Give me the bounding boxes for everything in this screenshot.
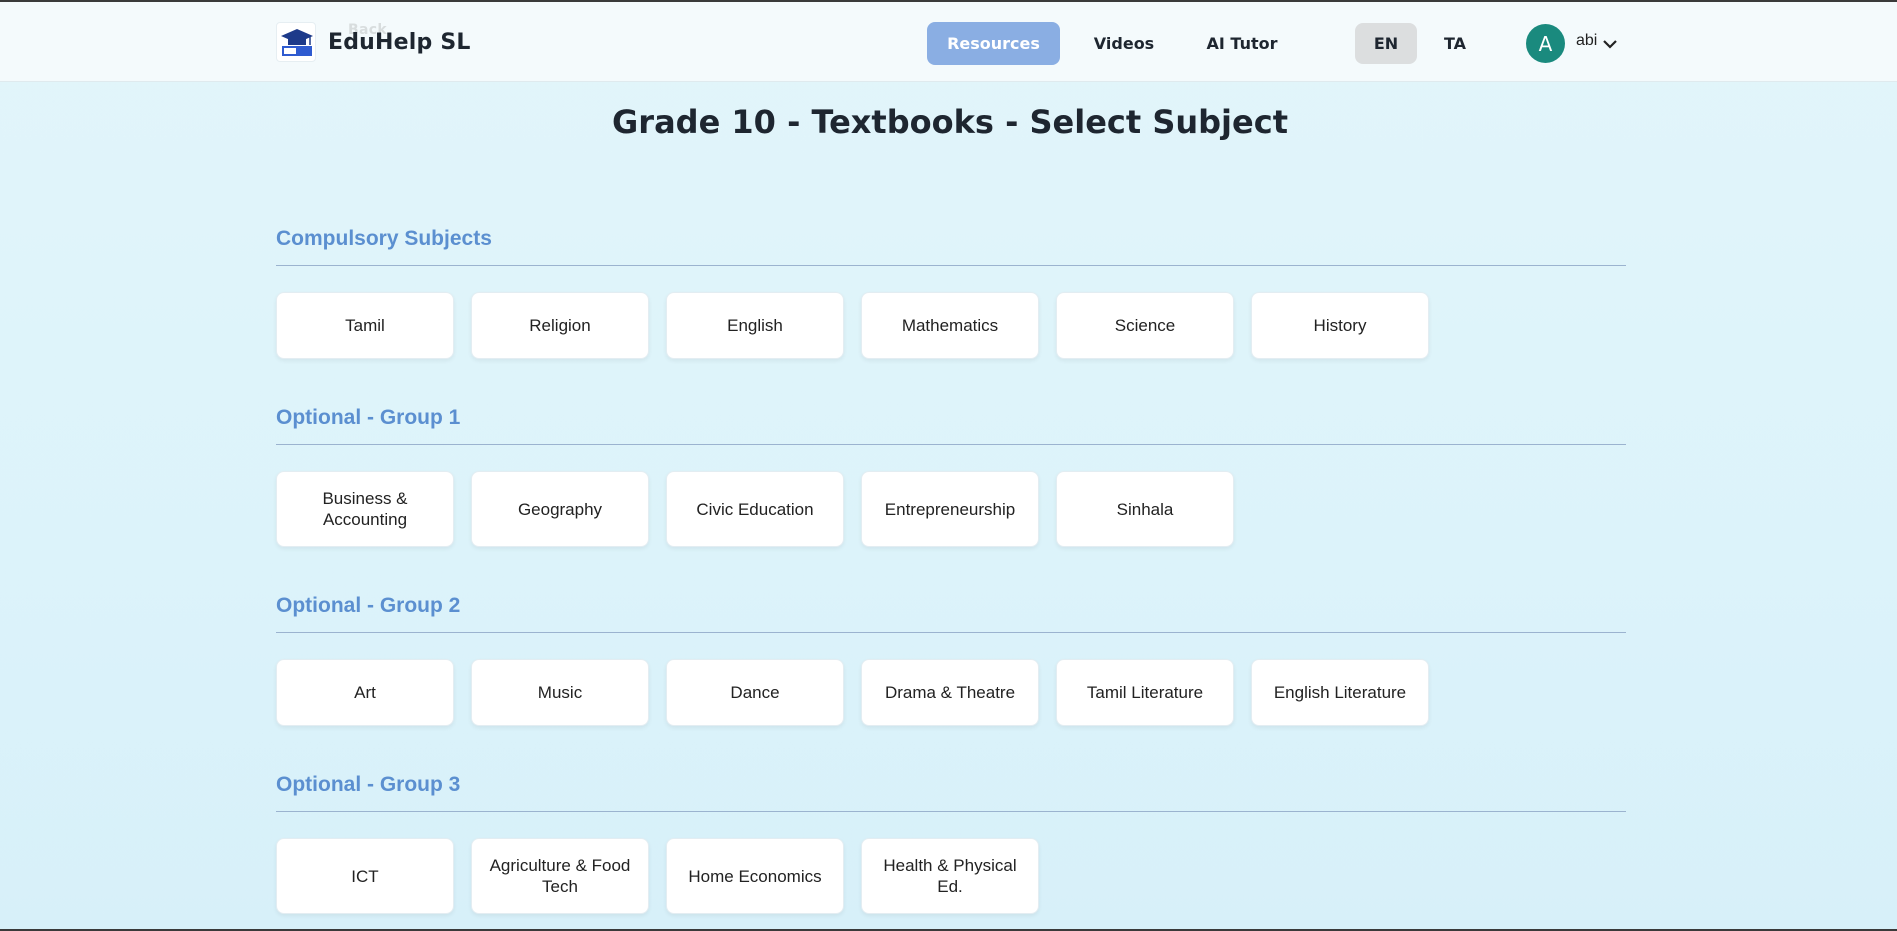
top-navigation-bar: Back EduHelp SL Resources Videos AI Tuto… xyxy=(0,2,1897,82)
subject-card-business-accounting[interactable]: Business & Accounting xyxy=(276,471,454,547)
subject-card-entrepreneurship[interactable]: Entrepreneurship xyxy=(861,471,1039,547)
language-ta-button[interactable]: TA xyxy=(1424,23,1486,64)
brand[interactable]: EduHelp SL xyxy=(276,22,471,62)
chevron-down-icon[interactable] xyxy=(1602,38,1618,50)
subject-card-music[interactable]: Music xyxy=(471,659,649,726)
subject-card-drama-theatre[interactable]: Drama & Theatre xyxy=(861,659,1039,726)
subject-card-tamil-literature[interactable]: Tamil Literature xyxy=(1056,659,1234,726)
subject-card-history[interactable]: History xyxy=(1251,292,1429,359)
subject-card-ict[interactable]: ICT xyxy=(276,838,454,914)
subject-card-mathematics[interactable]: Mathematics xyxy=(861,292,1039,359)
nav-resources[interactable]: Resources xyxy=(927,22,1060,65)
section-divider xyxy=(276,811,1626,812)
subject-card-tamil[interactable]: Tamil xyxy=(276,292,454,359)
subject-card-geography[interactable]: Geography xyxy=(471,471,649,547)
brand-name: EduHelp SL xyxy=(328,29,471,55)
subject-card-science[interactable]: Science xyxy=(1056,292,1234,359)
nav-videos[interactable]: Videos xyxy=(1078,22,1170,65)
section-title-compulsory: Compulsory Subjects xyxy=(276,227,492,250)
subject-card-english-literature[interactable]: English Literature xyxy=(1251,659,1429,726)
language-en-button[interactable]: EN xyxy=(1355,23,1417,64)
page-title: Grade 10 - Textbooks - Select Subject xyxy=(612,103,1288,141)
subject-card-health-physical-ed[interactable]: Health & Physical Ed. xyxy=(861,838,1039,914)
nav-ai-tutor[interactable]: AI Tutor xyxy=(1196,22,1288,65)
section-title-group-2: Optional - Group 2 xyxy=(276,594,461,617)
avatar[interactable]: A xyxy=(1526,24,1565,63)
section-title-group-1: Optional - Group 1 xyxy=(276,406,461,429)
section-divider xyxy=(276,444,1626,445)
subject-card-civic-education[interactable]: Civic Education xyxy=(666,471,844,547)
section-divider xyxy=(276,265,1626,266)
user-name[interactable]: abi xyxy=(1576,32,1597,50)
subject-card-dance[interactable]: Dance xyxy=(666,659,844,726)
subject-card-art[interactable]: Art xyxy=(276,659,454,726)
subject-card-english[interactable]: English xyxy=(666,292,844,359)
subject-card-agriculture-food-tech[interactable]: Agriculture & Food Tech xyxy=(471,838,649,914)
section-divider xyxy=(276,632,1626,633)
subject-card-sinhala[interactable]: Sinhala xyxy=(1056,471,1234,547)
section-title-group-3: Optional - Group 3 xyxy=(276,773,461,796)
subject-card-religion[interactable]: Religion xyxy=(471,292,649,359)
subject-card-home-economics[interactable]: Home Economics xyxy=(666,838,844,914)
logo-icon xyxy=(276,22,316,62)
